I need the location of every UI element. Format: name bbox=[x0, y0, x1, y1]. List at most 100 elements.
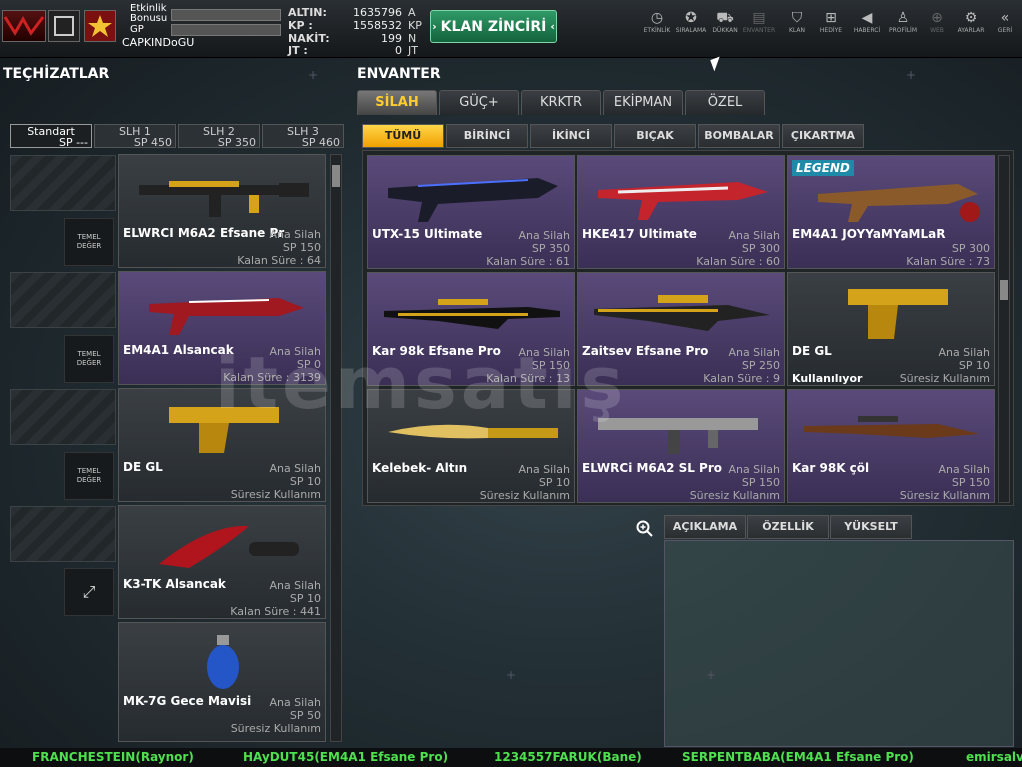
item-type: Ana Silah bbox=[269, 228, 321, 241]
nav-profilim[interactable]: ♙ PROFİLİM bbox=[886, 10, 920, 34]
inventory-item-card[interactable]: UTX-15 Ultimate Ana Silah SP 350 Kalan S… bbox=[367, 155, 575, 269]
item-time: Süresiz Kullanım bbox=[230, 722, 321, 735]
gift-icon: ⊞ bbox=[825, 10, 837, 26]
ticker-item: FRANCHESTEIN(Raynor) bbox=[32, 750, 194, 764]
item-time: Kalan Süre : 73 bbox=[906, 255, 990, 268]
nav-label: AYARLAR bbox=[957, 27, 985, 34]
inventory-item-card[interactable]: HKE417 Ultimate Ana Silah SP 300 Kalan S… bbox=[577, 155, 785, 269]
decor-plus: + bbox=[906, 68, 917, 82]
item-time: Süresiz Kullanım bbox=[899, 372, 990, 385]
currency-value: 1558532 bbox=[353, 19, 402, 32]
gp-bar bbox=[171, 24, 281, 36]
equipment-empty-slot[interactable] bbox=[10, 389, 116, 445]
inventory-scrollbar[interactable] bbox=[998, 155, 1010, 503]
tab-ozellik[interactable]: ÖZELLİK bbox=[747, 515, 829, 539]
nav-siralama[interactable]: ✪ SIRALAMA bbox=[674, 10, 708, 34]
item-type: Ana Silah bbox=[269, 696, 321, 709]
item-time: Süresiz Kullanım bbox=[899, 489, 990, 502]
inventory-item-card[interactable]: LEGEND EM4A1 JOYYaMYaMLaR SP 300 Kalan S… bbox=[787, 155, 995, 269]
tab-aciklama[interactable]: AÇIKLAMA bbox=[664, 515, 746, 539]
filter-cikartma[interactable]: ÇIKARTMA bbox=[782, 124, 864, 148]
equipment-empty-slot[interactable] bbox=[10, 506, 116, 562]
rifle-icon bbox=[149, 298, 304, 335]
loadout-tab-standart[interactable]: Standart SP --- bbox=[10, 124, 92, 148]
loadout-tab-slh2[interactable]: SLH 2 SP 350 bbox=[178, 124, 260, 148]
equipment-scrollbar[interactable] bbox=[330, 154, 342, 742]
tab-silah[interactable]: SİLAH bbox=[357, 90, 437, 115]
temel-deger-button[interactable]: TEMEL DEĞER bbox=[64, 452, 114, 500]
expand-icon[interactable]: ⤢ bbox=[64, 568, 114, 616]
currency-label: KP : bbox=[288, 19, 313, 32]
clan-emblem-icon[interactable] bbox=[48, 10, 80, 42]
loadout-tab-slh1[interactable]: SLH 1 SP 450 bbox=[94, 124, 176, 148]
nav-web[interactable]: ⊕ WEB bbox=[920, 10, 954, 34]
loadout-tab-sp: SP 460 bbox=[301, 136, 340, 149]
tab-ekipman[interactable]: EKİPMAN bbox=[603, 90, 683, 115]
inventory-item-card[interactable]: DE GL Ana Silah SP 10 Kullanılıyor Süres… bbox=[787, 272, 995, 386]
ticker-item: 1234557FARUK(Bane) bbox=[494, 750, 642, 764]
knife-icon bbox=[159, 525, 299, 568]
item-sp: SP 300 bbox=[951, 242, 990, 255]
nav-label: ETKİNLİK bbox=[643, 27, 671, 34]
equipment-empty-slot[interactable] bbox=[10, 272, 116, 328]
item-name: Kar 98K çöl bbox=[792, 461, 870, 475]
equipped-item-card[interactable]: K3-TK Alsancak Ana Silah SP 10 Kalan Sür… bbox=[118, 505, 326, 619]
top-bar: Etkinlik Bonusu GP CAPKINDoGU ALTIN: 163… bbox=[0, 0, 1022, 58]
item-name: UTX-15 Ultimate bbox=[372, 227, 483, 241]
nav-dukkan[interactable]: ⛟ DÜKKAN bbox=[708, 10, 742, 34]
nav-etkinlik[interactable]: ◷ ETKİNLİK bbox=[640, 10, 674, 34]
tab-yukselt[interactable]: YÜKSELT bbox=[830, 515, 912, 539]
item-sp: SP 50 bbox=[289, 709, 321, 722]
nav-klan[interactable]: ⛉ KLAN bbox=[780, 10, 814, 34]
nav-hediye[interactable]: ⊞ HEDİYE bbox=[814, 10, 848, 34]
temel-deger-button[interactable]: TEMEL DEĞER bbox=[64, 218, 114, 266]
rifle-icon bbox=[818, 184, 980, 222]
sniper-rifle-icon bbox=[594, 295, 770, 331]
filter-birinci[interactable]: BİRİNCİ bbox=[446, 124, 528, 148]
equipped-item-card[interactable]: MK-7G Gece Mavisi Ana Silah SP 50 Süresi… bbox=[118, 622, 326, 742]
equipment-title: TEÇHİZATLAR bbox=[3, 66, 110, 82]
klan-zinciri-button[interactable]: › KLAN ZİNCİRİ ‹ bbox=[430, 10, 557, 43]
filter-ikinci[interactable]: İKİNCİ bbox=[530, 124, 612, 148]
item-type: Ana Silah bbox=[269, 462, 321, 475]
loadout-tab-sp: SP --- bbox=[58, 136, 88, 149]
item-info-panel bbox=[664, 540, 1014, 747]
item-time: Kalan Süre : 441 bbox=[230, 605, 321, 618]
nav-geri[interactable]: «GERİ bbox=[988, 10, 1022, 34]
loadout-tab-slh3[interactable]: SLH 3 SP 460 bbox=[262, 124, 344, 148]
scroll-thumb[interactable] bbox=[332, 165, 340, 187]
item-type: Ana Silah bbox=[728, 463, 780, 476]
equipped-item-card[interactable]: ELWRCI M6A2 Efsane Pr Ana Silah SP 150 K… bbox=[118, 154, 326, 268]
item-sp: SP 10 bbox=[289, 592, 321, 605]
klan-zinciri-label: KLAN ZİNCİRİ bbox=[440, 18, 547, 35]
temel-deger-button[interactable]: TEMEL DEĞER bbox=[64, 335, 114, 383]
filter-tumu[interactable]: TÜMÜ bbox=[362, 124, 444, 148]
watermark: itemsatış bbox=[215, 341, 628, 425]
nav-label: SIRALAMA bbox=[675, 27, 707, 34]
equipment-empty-slot[interactable] bbox=[10, 155, 116, 211]
tab-ozel[interactable]: ÖZEL bbox=[685, 90, 765, 115]
item-name: Kelebek- Altın bbox=[372, 461, 468, 475]
item-name: HKE417 Ultimate bbox=[582, 227, 697, 241]
nav-haberci[interactable]: ◀ HABERCİ bbox=[850, 10, 884, 34]
filter-bicak[interactable]: BIÇAK bbox=[614, 124, 696, 148]
nav-envanter[interactable]: ▤ ENVANTER bbox=[742, 10, 776, 34]
tab-guc[interactable]: GÜÇ+ bbox=[439, 90, 519, 115]
cart-icon: ⛟ bbox=[716, 10, 734, 26]
item-time: Süresiz Kullanım bbox=[479, 489, 570, 502]
nav-ayarlar[interactable]: ⚙ AYARLAR bbox=[954, 10, 988, 34]
currency-label: ALTIN: bbox=[288, 6, 327, 19]
tab-krktr[interactable]: KRKTR bbox=[521, 90, 601, 115]
scroll-thumb[interactable] bbox=[1000, 280, 1008, 300]
item-name: DE GL bbox=[792, 344, 832, 358]
filter-bombalar[interactable]: BOMBALAR bbox=[698, 124, 780, 148]
item-type: Ana Silah bbox=[938, 346, 990, 359]
sniper-rifle-icon bbox=[804, 416, 980, 438]
item-type: Ana Silah bbox=[938, 463, 990, 476]
username: CAPKINDoGU bbox=[122, 36, 195, 49]
loadout-tab-sp: SP 350 bbox=[217, 136, 256, 149]
zoom-icon[interactable] bbox=[636, 520, 656, 540]
item-name: DE GL bbox=[123, 460, 163, 474]
inventory-item-card[interactable]: Kar 98K çöl Ana Silah SP 150 Süresiz Kul… bbox=[787, 389, 995, 503]
currency-value: 1635796 bbox=[353, 6, 402, 19]
